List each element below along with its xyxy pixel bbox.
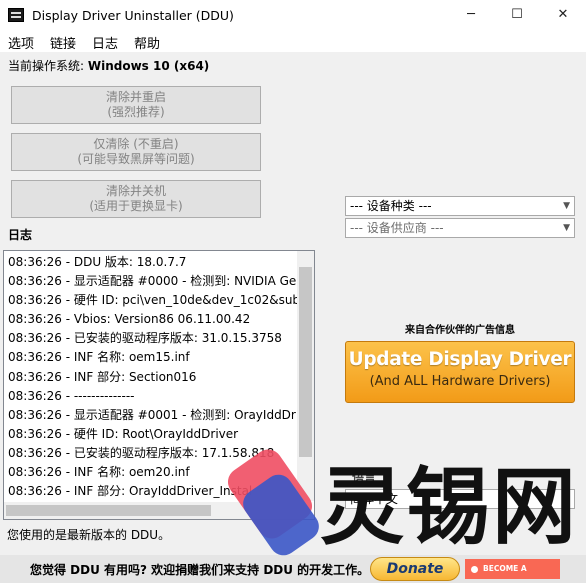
log-vertical-scroll-thumb[interactable]	[299, 267, 312, 457]
log-line: 08:36:26 - 显示适配器 #0000 - 检测到: NVIDIA GeF…	[8, 274, 298, 289]
maximize-button[interactable]: ☐	[494, 0, 540, 30]
version-status: 您使用的是最新版本的 DDU。	[7, 528, 171, 542]
log-line: 08:36:26 - INF 部分: Section016	[8, 369, 197, 384]
log-line: 08:36:26 - Vbios: Version86 06.11.00.42	[8, 312, 251, 327]
menu-options[interactable]: 选项	[8, 33, 34, 52]
log-line: 08:36:26 - 显示适配器 #0001 - 检测到: OrayIddDri…	[8, 407, 298, 422]
log-line: 08:36:26 - INF 名称: oem15.inf	[8, 350, 190, 365]
clean-and-shutdown-label: 清除并关机	[105, 184, 166, 198]
ad-banner[interactable]: Update Display Driver (And ALL Hardware …	[345, 341, 575, 403]
window-title: Display Driver Uninstaller (DDU)	[32, 8, 234, 23]
clean-and-restart-button[interactable]: 清除并重启 (强烈推荐)	[11, 86, 261, 124]
ad-main-text: Update Display Driver	[348, 349, 572, 370]
clean-and-restart-note: (强烈推荐)	[107, 105, 165, 119]
menu-help[interactable]: 帮助	[134, 33, 160, 52]
device-type-value: --- 设备种类 ---	[350, 199, 432, 213]
os-label: 当前操作系统:	[8, 59, 88, 73]
clean-and-restart-label: 清除并重启	[105, 90, 166, 104]
close-button[interactable]: ✕	[540, 0, 586, 30]
app-icon	[8, 8, 24, 22]
device-vendor-select[interactable]: --- 设备供应商 --- ▼	[345, 218, 575, 238]
log-line: 08:36:26 - 硬件 ID: Root\OrayIddDriver	[8, 426, 239, 441]
device-vendor-value: --- 设备供应商 ---	[350, 221, 444, 235]
watermark-text: 灵锡网	[320, 458, 579, 556]
os-info: 当前操作系统: Windows 10 (x64)	[8, 57, 209, 74]
menu-log[interactable]: 日志	[92, 33, 118, 52]
log-line: 08:36:26 - 硬件 ID: pci\ven_10de&dev_1c02&…	[8, 293, 298, 308]
clean-no-restart-label: 仅清除 (不重启)	[93, 137, 179, 151]
log-line: 08:36:26 - DDU 版本: 18.0.7.7	[8, 255, 187, 269]
log-line: 08:36:26 - --------------	[8, 388, 135, 403]
log-line: 08:36:26 - 已安装的驱动程序版本: 31.0.15.3758	[8, 331, 282, 346]
clean-and-shutdown-button[interactable]: 清除并关机 (适用于更换显卡)	[11, 180, 261, 218]
title-bar: Display Driver Uninstaller (DDU) ─ ☐ ✕	[0, 0, 586, 30]
clean-and-shutdown-note: (适用于更换显卡)	[89, 199, 183, 213]
menu-links[interactable]: 链接	[50, 33, 76, 52]
ad-label: 来自合作伙伴的广告信息	[405, 325, 515, 336]
os-value: Windows 10 (x64)	[87, 59, 210, 73]
chevron-down-icon: ▼	[563, 223, 570, 233]
log-title: 日志	[8, 228, 33, 242]
device-type-select[interactable]: --- 设备种类 --- ▼	[345, 196, 575, 216]
clean-no-restart-button[interactable]: 仅清除 (不重启) (可能导致黑屏等问题)	[11, 133, 261, 171]
minimize-button[interactable]: ─	[448, 0, 494, 30]
watermark: 灵锡网	[222, 444, 580, 578]
log-horizontal-scroll-thumb[interactable]	[6, 505, 211, 516]
chevron-down-icon: ▼	[563, 201, 570, 211]
ad-sub-text: (And ALL Hardware Drivers)	[369, 374, 551, 389]
clean-no-restart-note: (可能导致黑屏等问题)	[77, 152, 195, 166]
menu-bar: 选项 链接 日志 帮助	[0, 30, 586, 52]
